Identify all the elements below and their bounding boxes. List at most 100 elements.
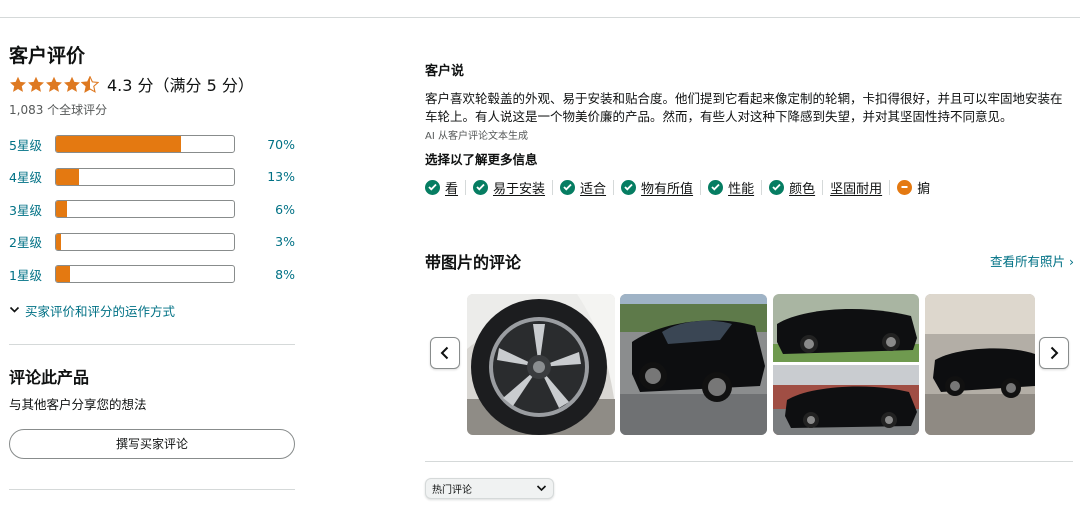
chevron-right-icon [1050,346,1059,360]
car-photo [773,294,919,435]
histogram-bar-fill [56,233,62,250]
average-rating-text: 4.3 分（满分 5 分） [107,76,254,95]
ratings-title: 客户评价 [9,45,86,67]
aspect-separator [761,179,763,195]
section-divider [9,343,295,345]
histogram-bar-fill [56,136,181,153]
aspect-label: 掮 [917,181,931,197]
rating-histogram: 5星级 70% 4星级 13% 3星级 6% 2星级 3% 1星级 8% [9,128,295,291]
aspect-separator [889,179,891,195]
histogram-percent: 8% [275,266,295,282]
histogram-star-label: 4星级 [9,170,42,186]
check-icon [621,179,637,195]
chevron-down-icon [9,306,20,313]
customers-say-title: 客户说 [425,64,465,79]
how-ratings-work-label: 买家评价和评分的运作方式 [25,303,176,319]
aspect-separator [822,179,824,195]
check-icon [708,179,724,195]
star-rating [9,75,99,93]
sort-reviews-select[interactable]: 热门评论 [425,478,554,499]
review-photo-car-street[interactable] [620,294,767,435]
histogram-bar [55,232,235,251]
check-icon [769,179,785,195]
aspect-chip[interactable]: 掮 [897,178,930,197]
customer-insights-panel: 客户说 客户喜欢轮毂盖的外观、易于安装和贴合度。他们提到它看起来像定制的轮辋，卡… [425,63,1075,499]
aspect-label: 物有所值 [641,181,694,197]
chevron-down-icon [536,485,547,492]
aspect-label: 坚固耐用 [830,181,883,197]
car-photo [620,294,767,435]
car-photo [925,294,1035,435]
aspect-label: 性能 [728,181,755,197]
chevron-left-icon [440,346,449,360]
histogram-percent: 13% [267,169,295,185]
ai-generated-note: AI 从客户评论文本生成 [425,131,528,142]
histogram-star-label: 2星级 [9,235,42,251]
review-photo-wheel[interactable] [467,294,615,435]
star-half-icon [81,75,99,93]
histogram-row[interactable]: 2星级 3% [9,226,295,259]
histogram-row[interactable]: 3星级 6% [9,193,295,226]
review-photo-car-garage[interactable] [925,294,1035,435]
wheel-cover-photo [467,294,615,435]
aspect-separator [465,179,467,195]
aspect-label: 易于安装 [493,181,546,197]
learn-more-title: 选择以了解更多信息 [425,152,538,167]
top-divider [0,17,1080,18]
aspect-chip[interactable]: 性能 [708,178,754,197]
section-divider [425,461,1073,462]
star-full-icon [28,76,44,92]
carousel-next-button[interactable] [1039,337,1069,369]
histogram-percent: 6% [275,201,295,217]
star-full-icon [10,76,26,92]
histogram-bar [55,135,235,154]
aspect-chip[interactable]: 易于安装 [473,178,545,197]
star-full-icon [46,76,62,92]
histogram-row[interactable]: 5星级 70% [9,128,295,161]
carousel-prev-button[interactable] [430,337,460,369]
global-rating-count: 1,083 个全球评分 [9,103,108,117]
average-rating-row[interactable]: 4.3 分（满分 5 分） [9,72,295,96]
histogram-bar-fill [56,201,67,218]
histogram-star-label: 5星级 [9,137,42,153]
check-icon [560,179,576,195]
aspect-separator [613,179,615,195]
histogram-percent: 3% [275,234,295,250]
aspect-separator [552,179,554,195]
review-product-subtitle: 与其他客户分享您的想法 [9,396,147,412]
aspect-label: 适合 [580,181,607,197]
ratings-panel: 客户评价 4.3 分（满分 5 分） 1,083 个全球评分 5星级 70% 4星级… [9,44,295,490]
histogram-percent: 70% [267,136,295,152]
sort-selected-value: 热门评论 [432,485,472,496]
check-icon [425,179,440,195]
aspect-chip[interactable]: 适合 [560,178,606,197]
histogram-bar [55,265,235,284]
histogram-bar-fill [56,266,71,283]
aspect-chip[interactable]: 颜色 [769,178,815,197]
histogram-star-label: 1星级 [9,267,42,283]
aspect-chip[interactable]: 物有所值 [621,178,693,197]
histogram-bar [55,167,235,186]
histogram-star-label: 3星级 [9,202,42,218]
aspect-label: 颜色 [789,181,816,197]
aspect-label: 看 [445,181,459,197]
section-divider [9,488,295,490]
aspect-separator [700,179,702,195]
histogram-row[interactable]: 4星级 13% [9,161,295,194]
histogram-row[interactable]: 1星级 8% [9,258,295,291]
write-review-button[interactable]: 撰写买家评论 [9,428,295,459]
review-product-title: 评论此产品 [9,367,90,387]
star-full-icon [64,76,80,92]
aspect-chip[interactable]: 坚固耐用 [830,178,882,197]
aspect-chip[interactable]: 看 [425,178,458,197]
photo-reviews-title: 带图片的评论 [425,253,522,272]
how-ratings-work-link[interactable]: 买家评价和评分的运作方式 [9,301,295,320]
aspect-chips: 看 易于安装 适合 物有所值 性能 颜色 坚固耐用 掮 [425,178,1075,197]
review-photo-car-collage[interactable] [773,294,919,435]
histogram-bar-fill [56,168,80,185]
customers-say-summary: 客户喜欢轮毂盖的外观、易于安装和贴合度。他们提到它看起来像定制的轮辋，卡扣得很好… [425,91,1063,124]
histogram-bar [55,200,235,219]
minus-icon [897,179,913,195]
check-icon [473,179,489,195]
see-all-photos-link[interactable]: 查看所有照片 › [990,254,1074,270]
